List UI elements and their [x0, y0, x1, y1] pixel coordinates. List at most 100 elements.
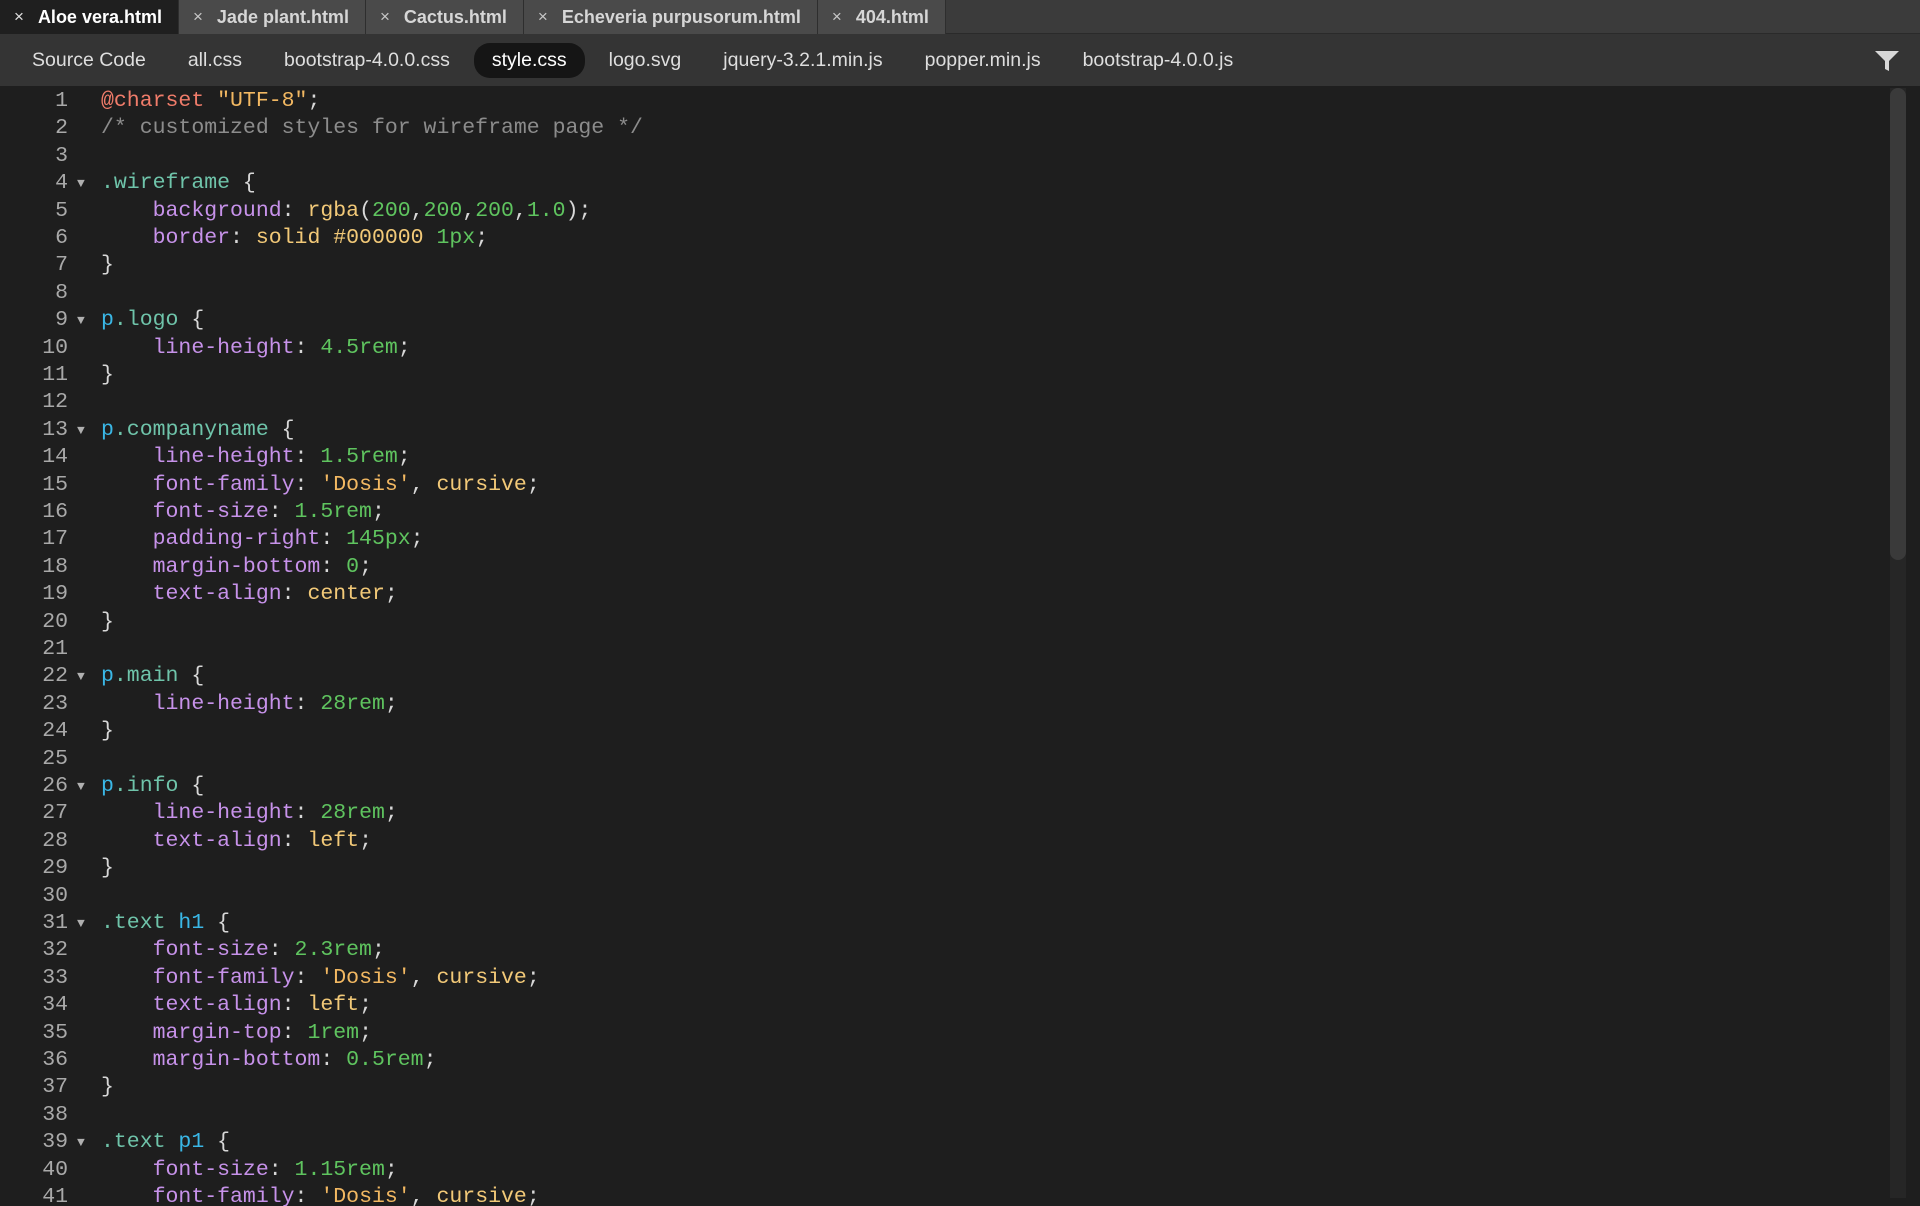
code-token: ;	[371, 500, 385, 524]
code-token: ;	[359, 1020, 372, 1045]
related-files-bar: Source Code all.css bootstrap-4.0.0.css sty…	[0, 34, 1920, 86]
code-token: margin-bottom	[152, 554, 321, 579]
code-token: :	[281, 828, 308, 853]
code-token: ;	[526, 965, 540, 990]
code-line: 8	[6, 280, 1886, 307]
fold-toggle-icon[interactable]: ▼	[77, 663, 85, 690]
code-token: {	[204, 911, 231, 935]
code-token: :	[294, 445, 321, 470]
line-number: 36	[42, 1048, 68, 1072]
code-line: 9 ▼ p.logo {	[6, 307, 1886, 334]
fold-toggle-icon[interactable]: ▼	[77, 417, 85, 444]
code-token: :	[320, 527, 347, 552]
code-line: 34 text-align: left;	[6, 992, 1886, 1019]
code-token: margin-top	[152, 1020, 282, 1045]
code-token: 'Dosis'	[320, 1185, 411, 1206]
fold-toggle-icon[interactable]: ▼	[77, 773, 85, 800]
code-text: }	[101, 718, 114, 745]
code-token: cursive	[436, 1185, 527, 1206]
close-icon[interactable]: ×	[193, 7, 203, 27]
line-number: 20	[42, 609, 68, 634]
line-number: 17	[42, 527, 68, 552]
doc-tab[interactable]: × Cactus.html	[365, 0, 524, 34]
code-token: 1.15rem	[294, 1157, 385, 1182]
filter-icon[interactable]	[1874, 49, 1900, 73]
code-editor[interactable]: 1 @charset "UTF-8"; 2 /* customized styles …	[6, 86, 1920, 1206]
fold-toggle-icon[interactable]: ▼	[77, 307, 85, 334]
code-token: font-family	[152, 1185, 295, 1206]
code-token: 1.5rem	[320, 445, 398, 470]
fold-toggle-icon[interactable]: ▼	[77, 1129, 85, 1156]
related-file-item[interactable]: bootstrap-4.0.0.js	[1065, 43, 1252, 78]
code-token: 2.3rem	[294, 938, 372, 963]
close-icon[interactable]: ×	[832, 7, 842, 27]
related-file-item[interactable]: style.css	[473, 42, 585, 78]
code-token: 1.5rem	[294, 500, 372, 524]
code-token: ;	[384, 691, 398, 716]
code-text: text-align: center;	[101, 581, 398, 608]
code-text: }	[101, 362, 114, 389]
code-line: 38	[6, 1102, 1886, 1129]
line-number: 39	[42, 1130, 68, 1155]
doc-tab[interactable]: × Jade plant.html	[178, 0, 366, 34]
code-token: .info	[113, 774, 179, 798]
line-number: 32	[42, 938, 68, 963]
code-token: background	[152, 198, 282, 223]
doc-tab[interactable]: × Aloe vera.html	[0, 0, 179, 34]
related-file-item[interactable]: bootstrap-4.0.0.css	[266, 43, 468, 78]
code-text: }	[101, 609, 114, 636]
line-number: 12	[42, 390, 68, 415]
fold-toggle-icon[interactable]: ▼	[77, 170, 85, 197]
code-token: :	[230, 226, 256, 250]
code-token: :	[281, 993, 308, 1018]
code-token: ,	[462, 198, 476, 223]
code-line: 32 font-size: 2.3rem;	[6, 937, 1886, 964]
code-line: 10 line-height: 4.5rem;	[6, 335, 1886, 362]
related-file-item[interactable]: popper.min.js	[907, 43, 1059, 78]
code-line: 21	[6, 636, 1886, 663]
code-text: background: rgba(200,200,200,1.0);	[101, 198, 592, 225]
code-token: }	[101, 856, 114, 881]
code-text: /* customized styles for wireframe page …	[101, 115, 643, 142]
related-file-item[interactable]: jquery-3.2.1.min.js	[705, 43, 900, 78]
code-text: line-height: 28rem;	[101, 691, 398, 718]
code-token: @charset	[101, 89, 205, 113]
close-icon[interactable]: ×	[538, 7, 548, 27]
close-icon[interactable]: ×	[14, 7, 24, 27]
code-line: 25	[6, 746, 1886, 773]
scrollbar-thumb[interactable]	[1890, 88, 1906, 560]
code-token: center	[307, 582, 385, 607]
code-token: ,	[410, 965, 437, 990]
line-number: 1	[55, 89, 68, 113]
code-text: p.info {	[101, 773, 204, 800]
close-icon[interactable]: ×	[380, 7, 390, 27]
code-token: 145px	[346, 527, 411, 552]
fold-toggle-icon[interactable]: ▼	[77, 910, 85, 937]
line-number: 13	[42, 417, 68, 442]
doc-tab[interactable]: × Echeveria purpusorum.html	[523, 0, 818, 34]
related-file-item[interactable]: all.css	[170, 43, 260, 78]
line-number: 34	[42, 993, 68, 1018]
line-number: 40	[42, 1157, 68, 1182]
code-token: :	[281, 582, 308, 607]
line-number: 3	[55, 143, 68, 168]
code-token: p1	[178, 1130, 205, 1155]
related-file-item[interactable]: Source Code	[14, 43, 164, 78]
code-token: 0.5rem	[346, 1048, 424, 1072]
line-number: 29	[42, 856, 68, 881]
code-token: line-height	[152, 691, 295, 716]
code-text: line-height: 28rem;	[101, 800, 398, 827]
code-text: p.logo {	[101, 307, 204, 334]
doc-tab[interactable]: × 404.html	[817, 0, 946, 34]
related-file-item[interactable]: logo.svg	[591, 43, 700, 78]
code-token: ,	[410, 198, 424, 223]
